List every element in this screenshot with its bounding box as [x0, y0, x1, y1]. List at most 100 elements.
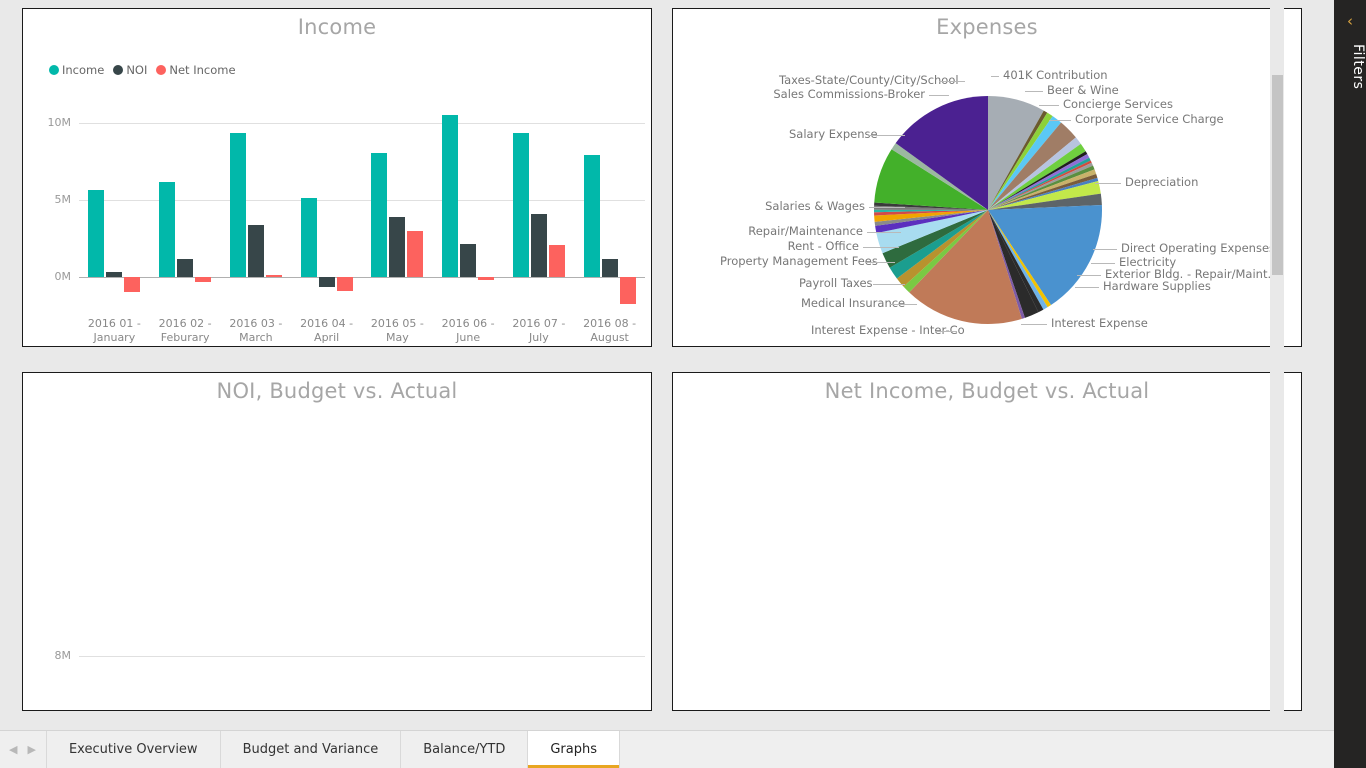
x-axis-tick: 2016 04 - April	[300, 317, 354, 344]
bar-noi-0[interactable]	[106, 272, 123, 277]
bar-net-income-5[interactable]	[478, 277, 495, 281]
pie-label: Rent - Office	[787, 239, 859, 253]
bar-income-3[interactable]	[300, 197, 317, 277]
bar-income-5[interactable]	[442, 114, 459, 277]
income-visual[interactable]: Income Income NOI Net Income 0M 5M 10M 2016…	[22, 8, 652, 347]
pie-label: Payroll Taxes	[799, 276, 873, 290]
x-axis-tick: 2016 06 - June	[441, 317, 495, 344]
pie-label: Taxes-State/County/City/School	[779, 73, 959, 87]
pie-leader-line	[1025, 91, 1043, 92]
pie-leader-line	[1049, 120, 1071, 121]
pie-leader-line	[991, 76, 999, 77]
pie-label: Concierge Services	[1063, 97, 1173, 111]
filters-pane[interactable]: ‹ Filters	[1334, 0, 1366, 768]
net-income-budget-actual-visual[interactable]: Net Income, Budget vs. Actual Net Income…	[672, 372, 1302, 711]
pie-label: Medical Insurance	[801, 296, 906, 310]
x-axis-tick: 2016 03 - March	[229, 317, 283, 344]
bar-net-income-1[interactable]	[195, 277, 212, 283]
bar-noi-2[interactable]	[247, 225, 264, 277]
bar-noi-6[interactable]	[530, 213, 547, 277]
x-axis-tick: 2016 01 - January	[87, 317, 141, 344]
bar-noi-5[interactable]	[460, 243, 477, 277]
x-axis-tick: 2016 05 - May	[370, 317, 424, 344]
expenses-pie[interactable]	[673, 9, 1301, 346]
bar-noi-1[interactable]	[177, 259, 194, 277]
pie-leader-line	[1021, 324, 1047, 325]
bar-income-2[interactable]	[229, 133, 246, 277]
y-axis-tick: 5M	[54, 193, 72, 206]
bar-income-6[interactable]	[512, 133, 529, 277]
tab-executive-overview[interactable]: Executive Overview	[46, 731, 221, 768]
bar-net-income-0[interactable]	[124, 277, 141, 292]
bar-net-income-3[interactable]	[336, 277, 353, 291]
pie-label: Repair/Maintenance	[748, 224, 863, 238]
bar-income-0[interactable]	[88, 189, 105, 277]
pie-label: Depreciation	[1125, 175, 1199, 189]
net_income_budget_vs_actual-lines	[673, 373, 1301, 710]
pie-label: Direct Operating Expenses	[1121, 241, 1276, 255]
pie-leader-line	[863, 247, 899, 248]
x-axis-tick: 2016 07 - July	[512, 317, 566, 344]
pie-label: Sales Commissions-Broker	[773, 87, 925, 101]
grid-line	[79, 656, 645, 657]
bar-net-income-4[interactable]	[407, 230, 424, 277]
x-axis-tick: 2016 08 - August	[583, 317, 637, 344]
report-canvas: Income Income NOI Net Income 0M 5M 10M 2016…	[0, 0, 1316, 743]
pie-leader-line	[929, 95, 949, 96]
pie-leader-line	[867, 232, 901, 233]
bar-net-income-7[interactable]	[619, 277, 636, 304]
y-axis-tick: 0M	[54, 270, 72, 283]
bar-net-income-6[interactable]	[548, 245, 565, 277]
pie-leader-line	[939, 81, 965, 82]
pie-label: Salaries & Wages	[765, 199, 865, 213]
pie-label: 401K Contribution	[1003, 68, 1108, 82]
tab-graphs[interactable]: Graphs	[528, 731, 620, 768]
tab-balance-ytd[interactable]: Balance/YTD	[401, 731, 529, 768]
bar-income-7[interactable]	[583, 154, 600, 277]
vertical-scrollbar-thumb[interactable]	[1272, 75, 1283, 275]
pie-leader-line	[873, 284, 905, 285]
zero-line	[79, 277, 645, 278]
pie-leader-line	[865, 262, 895, 263]
bar-noi-3[interactable]	[318, 277, 335, 287]
x-axis-tick: 2016 02 - Feburary	[158, 317, 212, 344]
y-axis-tick: 8M	[54, 649, 72, 662]
pie-label: Corporate Service Charge	[1075, 112, 1224, 126]
tab-budget-and-variance[interactable]: Budget and Variance	[220, 731, 402, 768]
filters-pane-label: Filters	[1350, 44, 1366, 90]
tab-bar-filler	[620, 731, 1334, 768]
pie-leader-line	[869, 207, 905, 208]
y-axis-tick: 10M	[47, 116, 72, 129]
noi_budget_vs_actual-lines	[23, 373, 651, 710]
bar-noi-4[interactable]	[389, 216, 406, 277]
pie-leader-line	[1075, 287, 1099, 288]
pie-leader-line	[935, 331, 957, 332]
pie-label: Interest Expense - Inter-Co	[811, 323, 965, 337]
expenses-visual[interactable]: Expenses Taxes-State/County/City/School S…	[672, 8, 1302, 347]
pie-leader-line	[1093, 249, 1117, 250]
pie-label: Interest Expense	[1051, 316, 1148, 330]
triangle-right-icon[interactable]: ▶	[27, 744, 35, 755]
pie-leader-line	[1077, 275, 1101, 276]
pie-label: Hardware Supplies	[1103, 279, 1211, 293]
bar-noi-7[interactable]	[601, 259, 618, 277]
net-income-plot-area: -2M0M2M4M2016 01-January2016 02-Feburary…	[673, 373, 1301, 710]
noi-plot-area: -2M0M2M4M6M8M2016 01-January2016 02-Febu…	[23, 373, 651, 743]
pie-label: Beer & Wine	[1047, 83, 1119, 97]
bar-net-income-2[interactable]	[265, 275, 282, 277]
noi-budget-actual-visual[interactable]: NOI, Budget vs. Actual NOI Budget NOI -2…	[22, 372, 652, 743]
pie-label: Salary Expense	[789, 127, 878, 141]
tab-nav-arrows[interactable]: ◀ ▶	[0, 731, 47, 768]
bar-income-4[interactable]	[371, 153, 388, 277]
bar-income-1[interactable]	[159, 182, 176, 277]
pie-leader-line	[890, 304, 917, 305]
pie-leader-line	[1091, 263, 1115, 264]
grid-line	[79, 123, 645, 124]
triangle-left-icon[interactable]: ◀	[9, 744, 17, 755]
chevron-left-icon[interactable]: ‹	[1334, 14, 1366, 29]
pie-label: Property Management Fees	[720, 254, 878, 268]
report-page: Income Income NOI Net Income 0M 5M 10M 2016…	[0, 0, 1366, 768]
income-plot-area: 0M 5M 10M 2016 01 - January 2016 02 - Febura…	[23, 9, 651, 346]
page-tab-bar[interactable]: ◀ ▶ Executive Overview Budget and Varian…	[0, 730, 1334, 768]
pie-leader-line	[869, 135, 905, 136]
